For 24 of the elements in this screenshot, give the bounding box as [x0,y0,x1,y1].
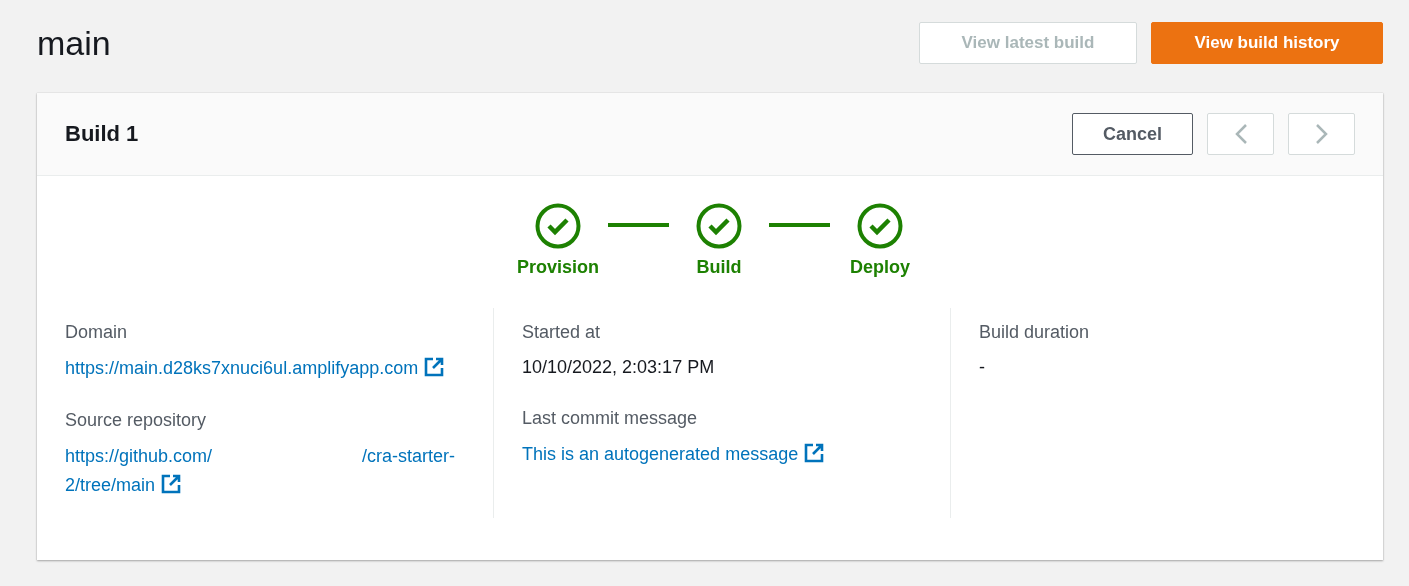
field-value: 10/10/2022, 2:03:17 PM [522,356,716,379]
view-build-history-button[interactable]: View build history [1151,22,1383,64]
step-label: Build [696,257,742,278]
field-value: - [979,356,986,379]
field-link[interactable]: https://main.d28ks7xnuci6ul.amplifyapp.com [65,354,465,383]
step-label: Deploy [850,257,910,278]
step-label: Provision [517,257,599,278]
field-label: Source repository [65,409,208,431]
external-link-icon [424,357,445,377]
cancel-button[interactable]: Cancel [1072,113,1193,155]
step-connector [608,223,669,227]
field-label: Build duration [979,322,1091,343]
field-link[interactable]: https://github.com/ /cra-starter-2/tree/main [65,441,465,500]
step-connector [769,223,830,227]
external-link-icon [804,443,825,463]
external-link-icon [161,473,182,494]
chevron-left-icon [1233,123,1248,145]
field-label: Started at [522,322,602,343]
chevron-right-icon [1314,123,1329,145]
page-title: main [37,23,111,63]
field-link[interactable]: This is an autogenerated message [522,440,922,469]
field-label: Domain [65,322,129,343]
field-label: Last commit message [522,408,699,429]
build-title: Build 1 [65,121,139,147]
